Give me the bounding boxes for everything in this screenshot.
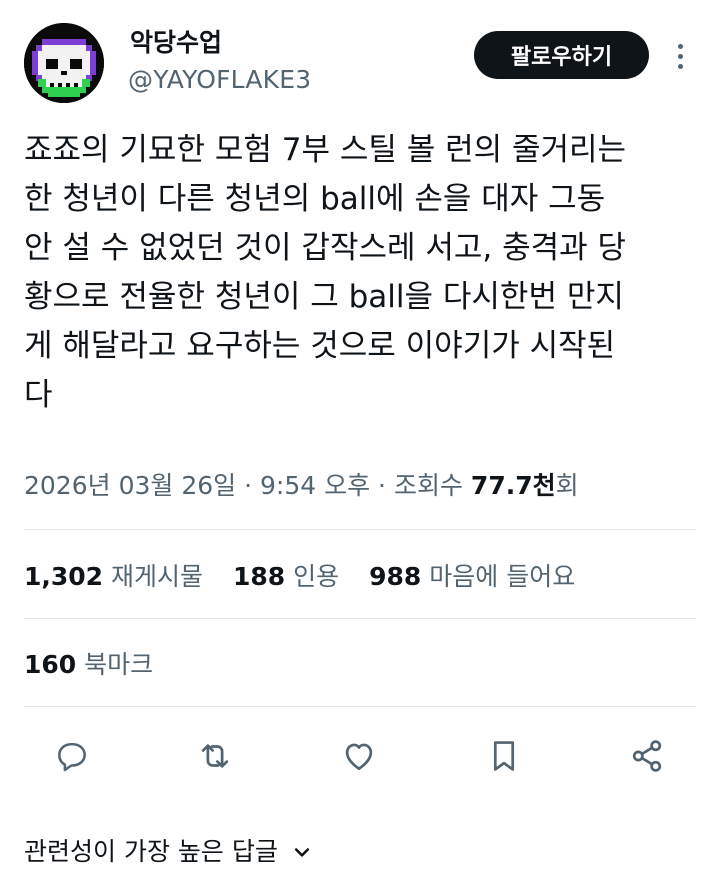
divider xyxy=(24,618,696,619)
divider xyxy=(24,529,696,530)
tweet-meta: 2026년 03월 26일 · 9:54 오후 · 조회수 77.7천회 xyxy=(24,466,579,506)
tweet-text-line: 안 설 수 없었던 것이 갑작스레 서고, 충격과 당 xyxy=(24,230,627,266)
tweet-text-line: 황으로 전율한 청년이 그 ball을 다시한번 만지 xyxy=(24,279,624,315)
tweet-text-line: 한 청년이 다른 청년의 ball에 손을 대자 그동 xyxy=(24,181,606,217)
retweets-stat[interactable]: 1,302 재게시물 xyxy=(24,562,203,591)
retweets-count: 1,302 xyxy=(24,562,104,591)
display-name[interactable]: 악당수업 xyxy=(130,26,222,60)
avatar[interactable] xyxy=(24,23,104,103)
retweets-label: 재게시물 xyxy=(111,562,204,591)
retweet-button[interactable] xyxy=(192,733,238,779)
share-icon xyxy=(632,740,662,772)
likes-label: 마음에 들어요 xyxy=(429,562,576,591)
likes-stat[interactable]: 988 마음에 들어요 xyxy=(369,562,575,591)
tweet-text: 죠죠의 기묘한 모험 7부 스틸 볼 런의 줄거리는 한 청년이 다른 청년의 … xyxy=(24,126,704,420)
bookmarks-stat[interactable]: 160 북마크 xyxy=(24,645,153,685)
views-count: 77.7천 xyxy=(470,471,556,500)
skull-icon xyxy=(24,23,104,103)
user-handle[interactable]: @YAYOFLAKE3 xyxy=(128,63,311,97)
tweet-time[interactable]: 9:54 오후 xyxy=(260,471,370,500)
bookmarks-label: 북마크 xyxy=(84,650,154,679)
views-label: 조회수 xyxy=(393,471,463,500)
like-button[interactable] xyxy=(336,733,382,779)
views-suffix: 회 xyxy=(555,471,579,500)
engagement-stats: 1,302 재게시물 188 인용 988 마음에 들어요 xyxy=(24,557,597,597)
meta-separator: · xyxy=(378,471,386,500)
share-button[interactable] xyxy=(624,733,670,779)
reply-button[interactable] xyxy=(49,733,95,779)
tweet-text-line: 죠죠의 기묘한 모험 7부 스틸 볼 런의 줄거리는 xyxy=(24,132,627,168)
bookmark-button[interactable] xyxy=(481,733,527,779)
replies-sort-dropdown[interactable]: 관련성이 가장 높은 답글 xyxy=(24,832,312,872)
meta-separator: · xyxy=(244,471,253,500)
more-vertical-icon[interactable] xyxy=(670,36,690,76)
quotes-count: 188 xyxy=(233,562,286,591)
divider xyxy=(24,706,696,707)
likes-count: 988 xyxy=(369,562,422,591)
quotes-stat[interactable]: 188 인용 xyxy=(233,562,339,591)
bookmark-icon xyxy=(493,741,515,771)
retweet-icon xyxy=(201,744,229,768)
replies-sort-label: 관련성이 가장 높은 답글 xyxy=(24,837,278,866)
tweet-text-line: 게 해달라고 요구하는 것으로 이야기가 시작된 xyxy=(24,328,616,364)
bookmarks-count: 160 xyxy=(24,650,77,679)
reply-icon xyxy=(58,742,86,772)
tweet-date[interactable]: 2026년 03월 26일 xyxy=(24,471,236,500)
follow-button[interactable]: 팔로우하기 xyxy=(474,31,649,79)
quotes-label: 인용 xyxy=(293,562,340,591)
tweet-text-line: 다 xyxy=(24,377,53,413)
like-icon xyxy=(345,743,373,771)
chevron-down-icon xyxy=(294,848,309,857)
